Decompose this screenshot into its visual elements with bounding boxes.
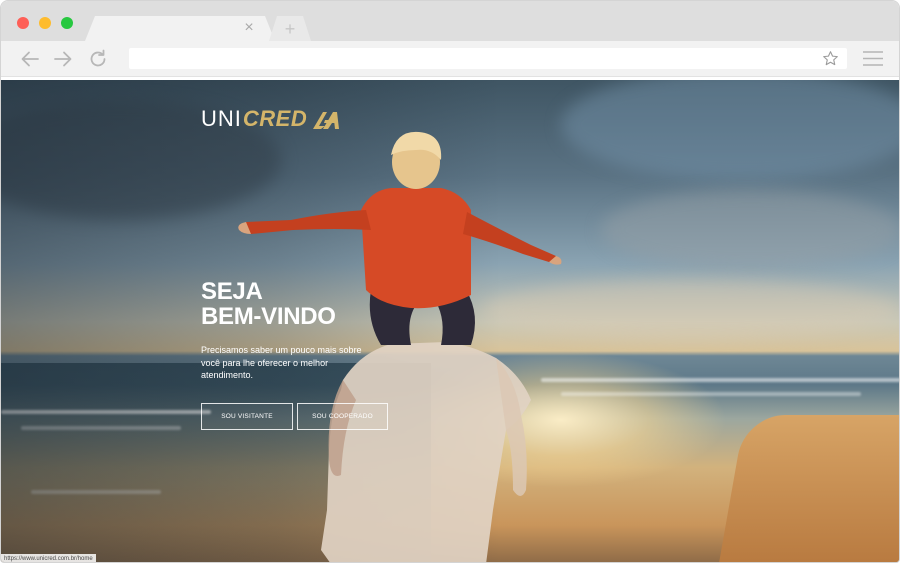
welcome-subtext: Precisamos saber um pouco mais sobre voc… xyxy=(201,345,362,380)
close-icon[interactable]: × xyxy=(241,20,257,36)
logo-text-uni: UNI xyxy=(201,106,242,131)
page-viewport: UNI CRED SEJA BEM-VINDO Precisamos saber… xyxy=(1,80,899,562)
plus-icon: + xyxy=(284,19,296,39)
headline-line-2: BEM-VINDO xyxy=(201,303,336,330)
unicred-logo[interactable]: UNI CRED xyxy=(201,106,341,132)
member-button[interactable]: SOU COOPERADO xyxy=(297,403,388,430)
status-bar-url: https://www.unicred.com.br/home xyxy=(1,554,96,562)
browser-toolbar xyxy=(1,41,899,77)
hamburger-menu-icon[interactable] xyxy=(863,50,883,67)
minimize-window-button[interactable] xyxy=(39,17,51,29)
maximize-window-button[interactable] xyxy=(61,17,73,29)
star-icon[interactable] xyxy=(822,50,839,67)
headline-line-1: SEJA xyxy=(201,278,263,305)
logo-text-cred: CRED xyxy=(242,106,308,131)
visitor-button[interactable]: SOU VISITANTE xyxy=(201,403,293,430)
logo-mark-icon xyxy=(313,112,340,129)
reload-icon[interactable] xyxy=(87,48,109,70)
welcome-headline: SEJA BEM-VINDO xyxy=(201,279,336,329)
browser-window: × + UNI CRED SEJA BEM-VINDO Precisamos s… xyxy=(0,0,900,563)
close-window-button[interactable] xyxy=(17,17,29,29)
back-arrow-icon[interactable] xyxy=(19,48,41,70)
address-bar[interactable] xyxy=(129,48,847,69)
new-tab-button[interactable]: + xyxy=(269,16,311,41)
beach-sand xyxy=(716,415,899,562)
forward-arrow-icon[interactable] xyxy=(52,48,74,70)
tab-bar: × + xyxy=(1,1,899,41)
